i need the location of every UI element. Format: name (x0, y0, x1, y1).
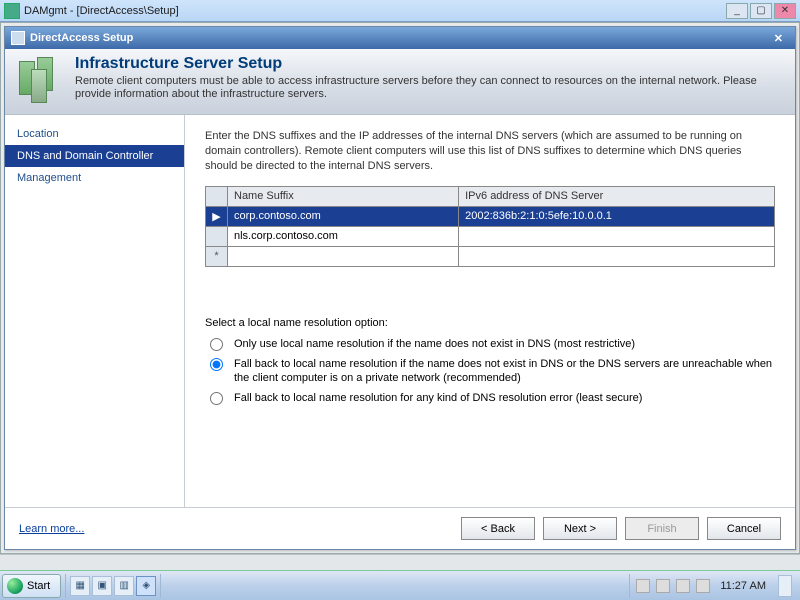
app-statusbar (0, 554, 800, 570)
ql-server-icon[interactable]: ▣ (92, 576, 112, 596)
radio-input[interactable] (210, 338, 223, 351)
taskbar: Start ▦ ▣ ▥ ◈ 11:27 AM (0, 570, 800, 600)
show-desktop-button[interactable] (778, 575, 792, 597)
cell-suffix[interactable] (228, 246, 459, 266)
table-row[interactable]: ▶ corp.contoso.com 2002:836b:2:1:0:5efe:… (206, 206, 775, 226)
radio-text: Fall back to local name resolution for a… (234, 391, 642, 405)
start-button[interactable]: Start (2, 574, 61, 598)
table-row-new[interactable]: * (206, 246, 775, 266)
nav-item-dns[interactable]: DNS and Domain Controller (5, 145, 184, 167)
windows-orb-icon (7, 578, 23, 594)
app-titlebar: DAMgmt - [DirectAccess\Setup] _ ▢ ✕ (0, 0, 800, 22)
row-indicator-new: * (206, 246, 228, 266)
row-indicator-current: ▶ (206, 206, 228, 226)
page-subheading: Remote client computers must be able to … (75, 75, 783, 101)
radio-text: Fall back to local name resolution if th… (234, 357, 775, 386)
wizard-close-button[interactable]: ✕ (768, 32, 789, 45)
radio-input[interactable] (210, 358, 223, 371)
page-heading: Infrastructure Server Setup (75, 55, 783, 73)
wizard-footer: Learn more... < Back Next > Finish Cance… (5, 507, 795, 549)
system-tray: 11:27 AM (629, 574, 798, 598)
table-corner (206, 186, 228, 206)
start-label: Start (27, 580, 50, 592)
ql-folder-icon[interactable]: ▥ (114, 576, 134, 596)
servers-icon (17, 55, 63, 107)
nav-item-management[interactable]: Management (5, 167, 184, 189)
wizard-nav: Location DNS and Domain Controller Manag… (5, 115, 185, 507)
wizard-banner: Infrastructure Server Setup Remote clien… (5, 49, 795, 115)
radio-option-restrictive[interactable]: Only use local name resolution if the na… (205, 337, 775, 351)
resolution-option-group: Select a local name resolution option: O… (205, 317, 775, 406)
cell-ipv6[interactable]: 2002:836b:2:1:0:5efe:10.0.0.1 (459, 206, 775, 226)
nav-item-location[interactable]: Location (5, 123, 184, 145)
cell-suffix[interactable]: corp.contoso.com (228, 206, 459, 226)
app-title: DAMgmt - [DirectAccess\Setup] (24, 5, 726, 17)
cell-ipv6[interactable] (459, 246, 775, 266)
app-icon (4, 3, 20, 19)
next-button[interactable]: Next > (543, 517, 617, 540)
wizard-titlebar: DirectAccess Setup ✕ (5, 27, 795, 49)
col-ipv6[interactable]: IPv6 address of DNS Server (459, 186, 775, 206)
tray-volume-icon[interactable] (696, 579, 710, 593)
back-button[interactable]: < Back (461, 517, 535, 540)
row-indicator (206, 226, 228, 246)
cancel-button[interactable]: Cancel (707, 517, 781, 540)
document-area: DirectAccess Setup ✕ Infrastructure Serv… (0, 22, 800, 554)
ql-damgmt-icon[interactable]: ◈ (136, 576, 156, 596)
close-button[interactable]: ✕ (774, 3, 796, 19)
resolution-label: Select a local name resolution option: (205, 317, 775, 329)
wizard-content: Enter the DNS suffixes and the IP addres… (185, 115, 795, 507)
wizard-icon (11, 31, 25, 45)
dns-table[interactable]: Name Suffix IPv6 address of DNS Server ▶… (205, 186, 775, 267)
cell-suffix[interactable]: nls.corp.contoso.com (228, 226, 459, 246)
radio-option-least-secure[interactable]: Fall back to local name resolution for a… (205, 391, 775, 405)
radio-input[interactable] (210, 392, 223, 405)
instructions-text: Enter the DNS suffixes and the IP addres… (205, 129, 775, 174)
col-name-suffix[interactable]: Name Suffix (228, 186, 459, 206)
wizard-title: DirectAccess Setup (30, 32, 133, 44)
cell-ipv6[interactable] (459, 226, 775, 246)
restore-button[interactable]: ▢ (750, 3, 772, 19)
minimize-button[interactable]: _ (726, 3, 748, 19)
quick-launch: ▦ ▣ ▥ ◈ (65, 574, 161, 598)
ql-explorer-icon[interactable]: ▦ (70, 576, 90, 596)
wizard-window: DirectAccess Setup ✕ Infrastructure Serv… (4, 26, 796, 550)
radio-text: Only use local name resolution if the na… (234, 337, 635, 351)
finish-button[interactable]: Finish (625, 517, 699, 540)
tray-flag-icon[interactable] (656, 579, 670, 593)
learn-more-link[interactable]: Learn more... (19, 523, 84, 535)
radio-option-recommended[interactable]: Fall back to local name resolution if th… (205, 357, 775, 386)
tray-clock[interactable]: 11:27 AM (720, 580, 766, 592)
tray-network-icon[interactable] (676, 579, 690, 593)
table-row[interactable]: nls.corp.contoso.com (206, 226, 775, 246)
tray-shield-icon[interactable] (636, 579, 650, 593)
